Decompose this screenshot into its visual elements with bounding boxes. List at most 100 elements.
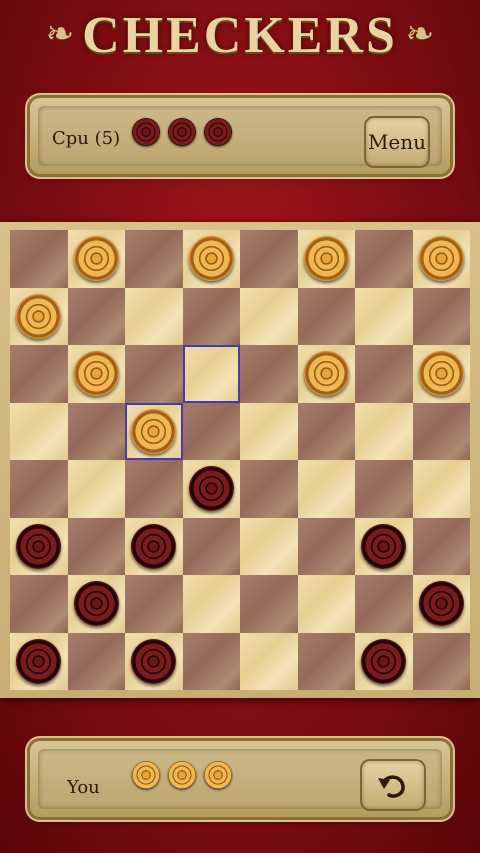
board-square[interactable] (355, 575, 413, 633)
red-checker-piece[interactable] (361, 638, 406, 684)
title-bar: ❧ CHECKERS ❧ (0, 0, 480, 70)
board-square[interactable] (297, 230, 355, 288)
board-square[interactable] (10, 402, 68, 460)
board-square[interactable] (182, 632, 240, 690)
board-square[interactable] (67, 575, 125, 633)
board-square[interactable] (297, 345, 355, 403)
board-square[interactable] (240, 402, 298, 460)
board-square[interactable] (412, 402, 470, 460)
board-square[interactable] (240, 517, 298, 575)
board-square[interactable] (67, 230, 125, 288)
board-square[interactable] (355, 632, 413, 690)
board-square[interactable] (10, 230, 68, 288)
board-square[interactable] (67, 517, 125, 575)
red-checker-piece[interactable] (188, 466, 234, 511)
board-square[interactable] (10, 460, 68, 518)
gold-checker-piece[interactable] (73, 351, 119, 396)
board-frame (0, 222, 480, 698)
board-square[interactable] (355, 517, 413, 575)
board-square[interactable] (10, 575, 68, 633)
gold-checker-piece[interactable] (16, 293, 61, 339)
cpu-label: Cpu (5) (52, 128, 121, 149)
board-square[interactable] (125, 460, 183, 518)
board-square[interactable] (412, 230, 470, 288)
board-square[interactable] (240, 287, 298, 345)
gold-checker-piece[interactable] (303, 236, 349, 281)
board-square[interactable] (412, 517, 470, 575)
board-square[interactable] (182, 230, 240, 288)
board-square[interactable] (355, 460, 413, 518)
board-square[interactable] (355, 230, 413, 288)
board-square[interactable] (412, 632, 470, 690)
board-square[interactable] (182, 460, 240, 518)
board-square[interactable] (182, 402, 240, 460)
player-panel: You (30, 741, 450, 817)
board-square[interactable] (412, 575, 470, 633)
board-square[interactable] (125, 230, 183, 288)
red-checker-piece[interactable] (16, 638, 61, 684)
board-square[interactable] (297, 575, 355, 633)
board-square[interactable] (240, 230, 298, 288)
board-square[interactable] (240, 345, 298, 403)
player-captured-piece (168, 761, 196, 789)
game-title: CHECKERS (82, 6, 398, 64)
board-square[interactable] (355, 287, 413, 345)
move-target-square[interactable] (182, 345, 240, 403)
red-checker-piece[interactable] (418, 581, 464, 626)
player-captured-piece (204, 761, 232, 789)
board-square[interactable] (10, 517, 68, 575)
red-checker-piece[interactable] (361, 523, 406, 569)
player-panel-inner: You (38, 749, 442, 809)
gold-checker-piece[interactable] (73, 236, 119, 281)
board-square[interactable] (67, 287, 125, 345)
undo-arrow-icon (378, 775, 405, 798)
board-square[interactable] (240, 460, 298, 518)
gold-checker-piece[interactable] (188, 236, 234, 281)
fleur-right-icon: ❧ (405, 14, 435, 54)
board-square[interactable] (297, 632, 355, 690)
board-square[interactable] (10, 287, 68, 345)
cpu-panel-inner: Cpu (5) Menu (38, 106, 442, 166)
board-square[interactable] (355, 402, 413, 460)
board-square[interactable] (412, 287, 470, 345)
board-square[interactable] (67, 460, 125, 518)
board-square[interactable] (125, 345, 183, 403)
gold-checker-piece[interactable] (303, 351, 349, 396)
board-square[interactable] (182, 575, 240, 633)
undo-button[interactable] (362, 761, 424, 809)
board-square[interactable] (10, 632, 68, 690)
red-checker-piece[interactable] (131, 638, 176, 684)
board-square[interactable] (297, 517, 355, 575)
gold-checker-piece[interactable] (131, 408, 176, 454)
board-square[interactable] (182, 517, 240, 575)
red-checker-piece[interactable] (16, 523, 61, 569)
board-square[interactable] (412, 460, 470, 518)
gold-checker-piece[interactable] (418, 351, 464, 396)
board-square[interactable] (67, 345, 125, 403)
board-square[interactable] (412, 345, 470, 403)
red-checker-piece[interactable] (131, 523, 176, 569)
board-square[interactable] (297, 460, 355, 518)
player-captured-pieces (132, 761, 232, 789)
board-square[interactable] (125, 632, 183, 690)
menu-button[interactable]: Menu (366, 118, 428, 166)
cpu-panel: Cpu (5) Menu (30, 98, 450, 174)
selected-square[interactable] (125, 402, 183, 460)
board-square[interactable] (297, 402, 355, 460)
board-square[interactable] (240, 575, 298, 633)
board-square[interactable] (125, 575, 183, 633)
board-square[interactable] (10, 345, 68, 403)
cpu-captured-piece (168, 118, 196, 146)
board-square[interactable] (67, 632, 125, 690)
board-square[interactable] (125, 287, 183, 345)
gold-checker-piece[interactable] (418, 236, 464, 281)
board-square[interactable] (67, 402, 125, 460)
cpu-captured-pieces (132, 118, 232, 146)
board-square[interactable] (240, 632, 298, 690)
board-square[interactable] (297, 287, 355, 345)
red-checker-piece[interactable] (73, 581, 119, 626)
board-square[interactable] (125, 517, 183, 575)
checkers-board (10, 230, 470, 690)
board-square[interactable] (182, 287, 240, 345)
board-square[interactable] (355, 345, 413, 403)
